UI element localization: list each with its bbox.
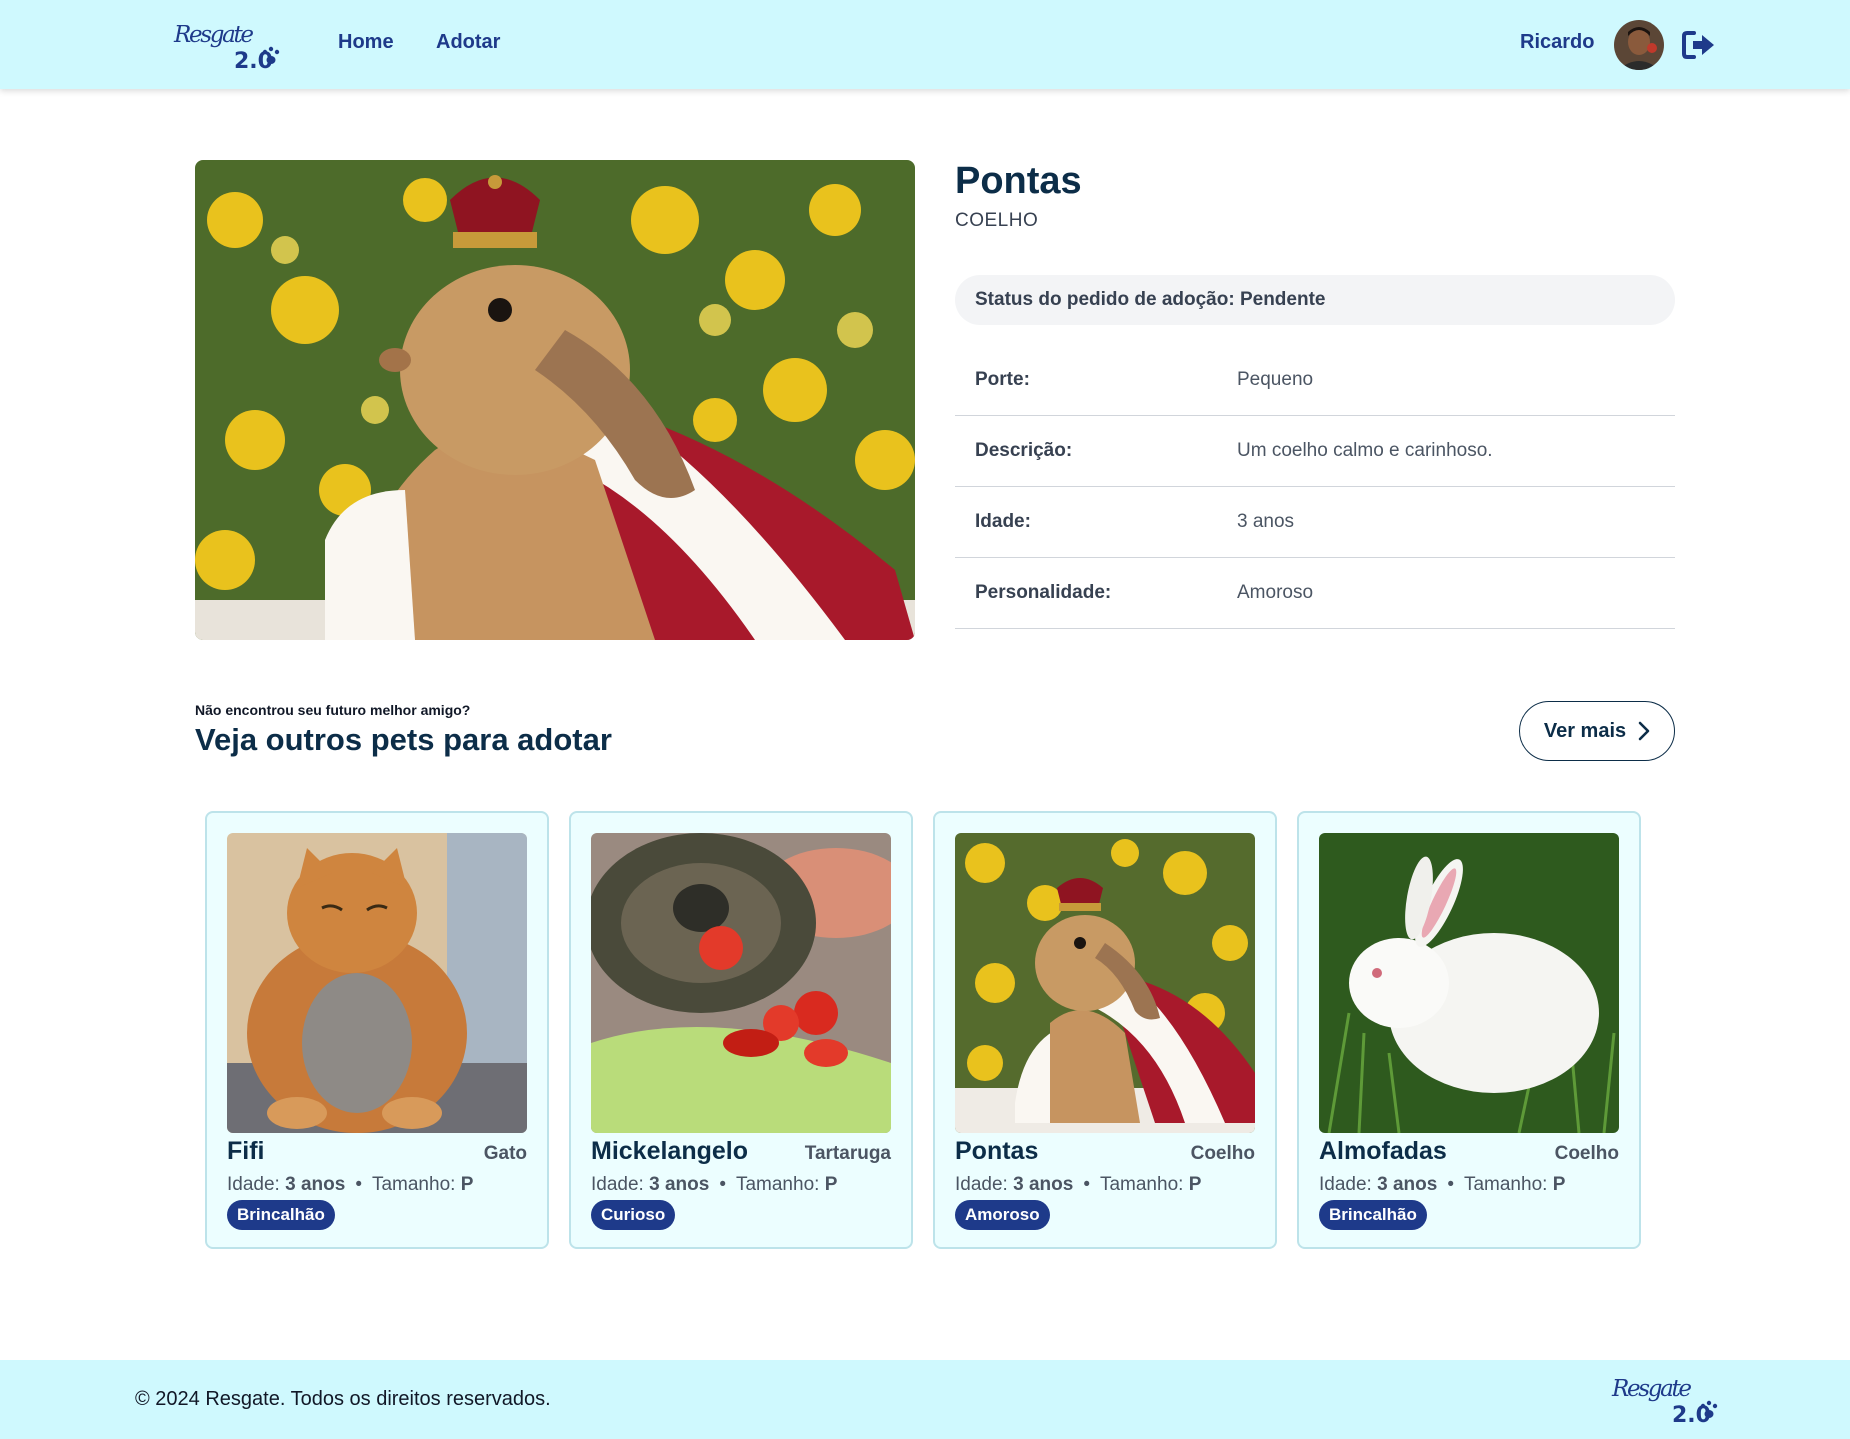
age-value: 3 anos bbox=[1013, 1174, 1074, 1195]
pet-card-photo bbox=[227, 833, 527, 1133]
detail-row-idade: Idade: 3 anos bbox=[955, 487, 1675, 558]
pet-species: COELHO bbox=[955, 210, 1039, 231]
nav-adotar-link[interactable]: Adotar bbox=[436, 31, 500, 54]
pet-card-photo bbox=[591, 833, 891, 1133]
personality-badge: Curioso bbox=[591, 1200, 676, 1230]
see-more-label: Ver mais bbox=[1543, 719, 1627, 742]
size-value: P bbox=[1552, 1174, 1566, 1195]
pet-card[interactable]: Almofadas Coelho Idade: 3 anos • Tamanho: … bbox=[1297, 811, 1641, 1249]
age-value: 3 anos bbox=[649, 1174, 710, 1195]
logo-text: Resgate bbox=[1611, 1376, 1692, 1402]
detail-label: Personalidade: bbox=[975, 582, 1112, 603]
pet-card-meta: Idade: 3 anos • Tamanho: P bbox=[1319, 1174, 1566, 1195]
logo[interactable]: Resgate 2.0 bbox=[172, 18, 280, 72]
nav-home-link[interactable]: Home bbox=[338, 31, 394, 54]
pet-card-name: Almofadas bbox=[1319, 1137, 1447, 1165]
pet-details-table: Porte: Pequeno Descrição: Um coelho calm… bbox=[955, 345, 1675, 629]
pet-card-name: Pontas bbox=[955, 1137, 1039, 1165]
size-value: P bbox=[1188, 1174, 1202, 1195]
top-navbar: Resgate 2.0 Home Adotar Ricardo bbox=[0, 0, 1850, 89]
avatar[interactable] bbox=[1614, 20, 1664, 70]
personality-badge: Brincalhão bbox=[227, 1200, 335, 1230]
chevron-right-icon bbox=[1638, 721, 1650, 741]
user-name[interactable]: Ricardo bbox=[1520, 31, 1594, 54]
size-label: Tamanho: bbox=[735, 1174, 820, 1195]
age-value: 3 anos bbox=[1377, 1174, 1438, 1195]
pet-card-species: Coelho bbox=[1554, 1143, 1619, 1164]
pet-card-species: Gato bbox=[483, 1143, 527, 1164]
footer: © 2024 Resgate. Todos os direitos reserv… bbox=[0, 1360, 1850, 1439]
detail-label: Descrição: bbox=[975, 440, 1073, 461]
detail-row-descricao: Descrição: Um coelho calmo e carinhoso. bbox=[955, 416, 1675, 487]
pet-card-name: Fifi bbox=[227, 1137, 265, 1165]
age-label: Idade: bbox=[1319, 1174, 1372, 1195]
pet-name: Pontas bbox=[955, 160, 1082, 202]
size-label: Tamanho: bbox=[1463, 1174, 1548, 1195]
size-value: P bbox=[824, 1174, 838, 1195]
pet-card-meta: Idade: 3 anos • Tamanho: P bbox=[591, 1174, 838, 1195]
pet-card-species: Coelho bbox=[1190, 1143, 1255, 1164]
age-value: 3 anos bbox=[285, 1174, 346, 1195]
sign-out-icon[interactable] bbox=[1682, 30, 1716, 60]
pet-card[interactable]: Pontas Coelho Idade: 3 anos • Tamanho: P A… bbox=[933, 811, 1277, 1249]
pet-card-name: Mickelangelo bbox=[591, 1137, 748, 1165]
detail-label: Porte: bbox=[975, 369, 1030, 390]
logo-text: Resgate bbox=[173, 22, 254, 48]
size-label: Tamanho: bbox=[371, 1174, 456, 1195]
pet-card-photo bbox=[1319, 833, 1619, 1133]
personality-badge: Amoroso bbox=[955, 1200, 1050, 1230]
size-value: P bbox=[460, 1174, 474, 1195]
pet-card-photo bbox=[955, 833, 1255, 1133]
pet-card[interactable]: Fifi Gato Idade: 3 anos • Tamanho: P Brinc… bbox=[205, 811, 549, 1249]
age-label: Idade: bbox=[955, 1174, 1008, 1195]
detail-value: Amoroso bbox=[1237, 582, 1314, 603]
age-label: Idade: bbox=[227, 1174, 280, 1195]
pet-card-meta: Idade: 3 anos • Tamanho: P bbox=[227, 1174, 474, 1195]
pet-main-photo bbox=[195, 160, 915, 640]
detail-value: Pequeno bbox=[1237, 369, 1314, 390]
detail-row-porte: Porte: Pequeno bbox=[955, 345, 1675, 416]
see-more-button[interactable]: Ver mais bbox=[1519, 701, 1675, 761]
detail-label: Idade: bbox=[975, 511, 1031, 532]
pet-card[interactable]: Mickelangelo Tartaruga Idade: 3 anos • Tam… bbox=[569, 811, 913, 1249]
section-kicker: Não encontrou seu futuro melhor amigo? bbox=[195, 702, 471, 718]
detail-value: Um coelho calmo e carinhoso. bbox=[1237, 440, 1493, 461]
detail-row-personalidade: Personalidade: Amoroso bbox=[955, 558, 1675, 629]
age-label: Idade: bbox=[591, 1174, 644, 1195]
detail-value: 3 anos bbox=[1237, 511, 1295, 532]
pet-card-meta: Idade: 3 anos • Tamanho: P bbox=[955, 1174, 1202, 1195]
section-title: Veja outros pets para adotar bbox=[195, 722, 612, 757]
footer-logo[interactable]: Resgate 2.0 bbox=[1610, 1372, 1718, 1426]
size-label: Tamanho: bbox=[1099, 1174, 1184, 1195]
pet-card-species: Tartaruga bbox=[804, 1143, 891, 1164]
personality-badge: Brincalhão bbox=[1319, 1200, 1427, 1230]
adoption-status-badge: Status do pedido de adoção: Pendente bbox=[955, 275, 1675, 325]
copyright-text: © 2024 Resgate. Todos os direitos reserv… bbox=[135, 1388, 551, 1410]
